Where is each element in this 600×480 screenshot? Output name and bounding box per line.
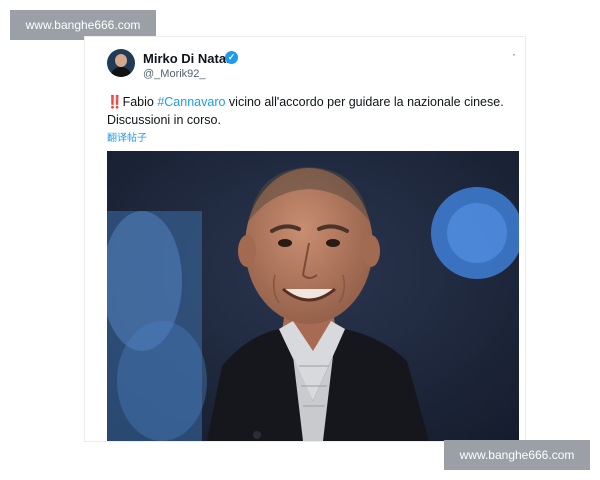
- portrait-illustration: [107, 151, 519, 441]
- watermark-bottom: www.banghe666.com: [444, 440, 590, 470]
- tweet-photo[interactable]: [107, 151, 519, 441]
- tweet-text-before: Fabio: [122, 95, 158, 109]
- avatar-shoulders: [110, 67, 132, 77]
- avatar-head: [115, 54, 127, 67]
- author-name[interactable]: Mirko Di Natale: [143, 51, 237, 66]
- author-handle[interactable]: @_Morik92_: [143, 68, 206, 80]
- more-icon[interactable]: ·: [512, 47, 517, 61]
- tweet-card: Mirko Di Natale ✓ @_Morik92_ · ‼️Fabio #…: [84, 36, 526, 442]
- double-exclamation-icon: ‼️: [107, 95, 123, 109]
- avatar[interactable]: [107, 49, 135, 77]
- translate-link[interactable]: 翻译帖子: [107, 129, 147, 144]
- hashtag-link[interactable]: #Cannavaro: [157, 95, 225, 109]
- verified-badge-icon: ✓: [225, 51, 238, 64]
- tweet-text: ‼️Fabio #Cannavaro vicino all'accordo pe…: [107, 93, 522, 129]
